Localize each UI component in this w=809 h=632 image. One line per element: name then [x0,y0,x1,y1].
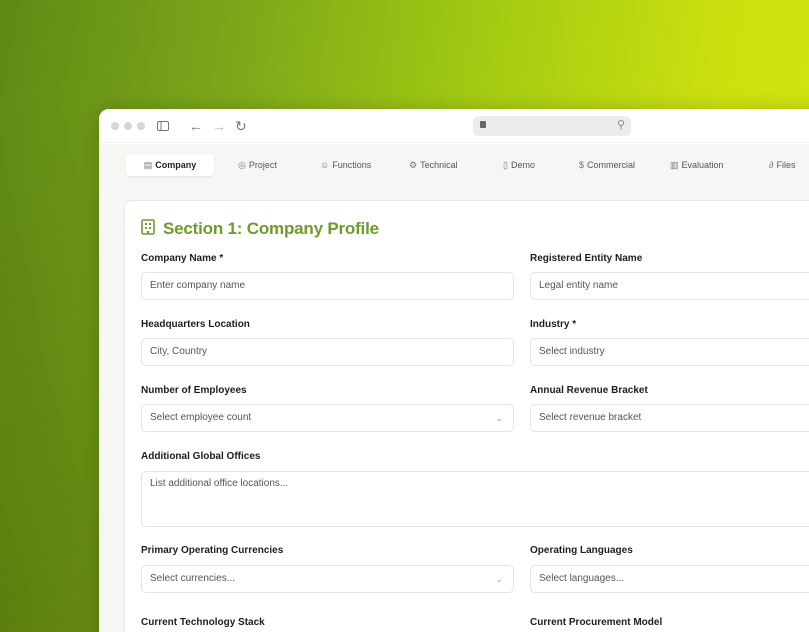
tab-project[interactable]: ◎ Project [238,154,277,176]
dollar-icon: $ [579,160,585,170]
revenue-select[interactable]: Select revenue bracket [530,404,809,432]
tab-company[interactable]: ▤ Company [126,154,214,176]
currencies-label: Primary Operating Currencies [141,545,284,556]
building-icon [141,216,155,244]
currencies-select[interactable]: Select currencies... ⌄ [141,565,514,593]
tab-evaluation[interactable]: ▥ Evaluation [670,154,724,176]
lock-icon [480,121,486,128]
browser-window: ← → ↻ ⚲ ▤ Company ◎ Project ☺ Functions ⚙ Te… [99,109,809,632]
industry-label: Industry * [530,319,577,330]
company-name-input[interactable]: Enter company name [141,272,514,300]
company-profile-card: Section 1: Company Profile Company Name … [124,200,809,632]
tab-demo[interactable]: ▯ Demo [503,154,535,176]
offices-label: Additional Global Offices [141,451,261,462]
back-arrow-icon[interactable]: ← [189,117,203,135]
tab-technical[interactable]: ⚙ Technical [409,154,458,176]
page-content: ▤ Company ◎ Project ☺ Functions ⚙ Technical … [99,144,809,632]
tab-files[interactable]: ∂ Files [769,154,795,176]
revenue-label: Annual Revenue Bracket [530,385,648,396]
target-icon: ◎ [238,160,246,170]
entity-name-input[interactable]: Legal entity name [530,272,809,300]
window-minimize-dot[interactable] [124,122,132,130]
entity-name-label: Registered Entity Name [530,253,643,264]
sidebar-toggle-icon[interactable] [157,117,169,135]
link-icon[interactable]: ⚲ [617,118,625,131]
industry-select[interactable]: Select industry [530,338,809,366]
procurement-label: Current Procurement Model [530,617,663,628]
tech-stack-label: Current Technology Stack [141,617,265,628]
bar-chart-icon: ▥ [670,160,679,170]
reload-icon[interactable]: ↻ [235,117,247,135]
building-icon: ▤ [143,160,153,170]
company-name-label: Company Name * [141,253,224,264]
address-bar[interactable]: ⚲ [473,116,631,136]
window-close-dot[interactable] [111,122,119,130]
tab-functions[interactable]: ☺ Functions [320,154,371,176]
forward-arrow-icon[interactable]: → [212,117,226,135]
paperclip-icon: ∂ [769,160,774,170]
section-tabs: ▤ Company ◎ Project ☺ Functions ⚙ Technical … [126,152,809,178]
browser-titlebar: ← → ↻ ⚲ [99,109,809,143]
window-zoom-dot[interactable] [137,122,145,130]
offices-textarea[interactable]: List additional office locations... [141,471,809,527]
languages-label: Operating Languages [530,545,633,556]
hq-location-label: Headquarters Location [141,319,250,330]
document-icon: ▯ [503,160,508,170]
tab-commercial[interactable]: $ Commercial [579,154,635,176]
section-title: Section 1: Company Profile [141,215,379,243]
gear-icon: ⚙ [409,160,418,170]
hq-location-input[interactable]: City, Country [141,338,514,366]
chevron-down-icon: ⌄ [495,413,503,423]
languages-select[interactable]: Select languages... [530,565,809,593]
employees-select[interactable]: Select employee count ⌄ [141,404,514,432]
employees-label: Number of Employees [141,385,247,396]
chevron-down-icon: ⌄ [495,574,503,584]
users-icon: ☺ [320,160,330,170]
